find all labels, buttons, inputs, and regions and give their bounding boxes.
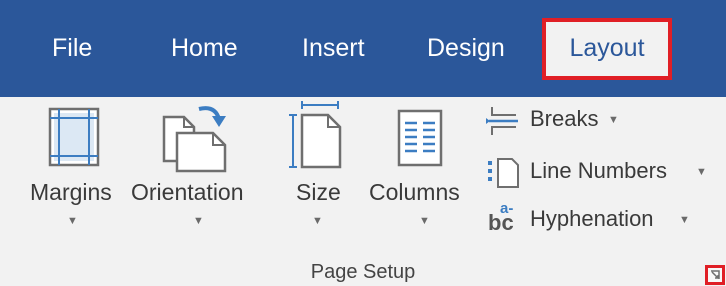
breaks-dropdown-arrow: ▼ — [608, 114, 619, 126]
orientation-icon — [162, 106, 227, 173]
dialog-launcher-icon — [711, 270, 720, 279]
orientation-label: Orientation — [131, 179, 244, 205]
hyphenation-label: Hyphenation — [530, 206, 654, 231]
tab-design[interactable]: Design — [427, 32, 505, 64]
breaks-label: Breaks — [530, 106, 599, 131]
orientation-dropdown-arrow: ▼ — [193, 215, 204, 227]
line-numbers-label: Line Numbers — [530, 158, 667, 183]
hyphenation-dropdown-arrow: ▼ — [679, 214, 690, 226]
group-label-page-setup: Page Setup — [310, 261, 416, 283]
tab-home[interactable]: Home — [171, 32, 238, 64]
tab-file[interactable]: File — [52, 32, 92, 64]
columns-label: Columns — [369, 179, 460, 205]
breaks-icon — [486, 107, 518, 135]
columns-button[interactable]: Columns ▼ — [369, 97, 479, 247]
size-label: Size — [296, 179, 341, 205]
columns-icon — [397, 109, 443, 167]
size-button[interactable]: Size ▼ — [289, 97, 356, 247]
line-numbers-icon — [488, 158, 519, 188]
margins-button[interactable]: Margins ▼ — [30, 97, 130, 247]
page-setup-dialog-launcher[interactable] — [705, 265, 725, 285]
tab-insert[interactable]: Insert — [302, 32, 365, 64]
size-icon — [289, 101, 342, 169]
word-ribbon: File Home Insert Design Layout Margins ▼ — [0, 0, 726, 286]
tab-layout[interactable]: Layout — [542, 18, 672, 80]
orientation-button[interactable]: Orientation ▼ — [131, 97, 266, 247]
columns-dropdown-arrow: ▼ — [419, 215, 430, 227]
margins-dropdown-arrow: ▼ — [67, 215, 78, 227]
margins-label: Margins — [30, 179, 112, 205]
line-numbers-dropdown-arrow: ▼ — [696, 166, 707, 178]
ribbon-tab-bar: File Home Insert Design Layout — [0, 0, 726, 97]
hyphenation-icon: bc a- — [488, 200, 514, 235]
tab-layout-label: Layout — [569, 34, 645, 62]
size-dropdown-arrow: ▼ — [312, 215, 323, 227]
ribbon-page-setup-group: Margins ▼ Orientation ▼ Size ▼ Columns ▼… — [0, 97, 726, 286]
margins-icon — [48, 107, 100, 167]
